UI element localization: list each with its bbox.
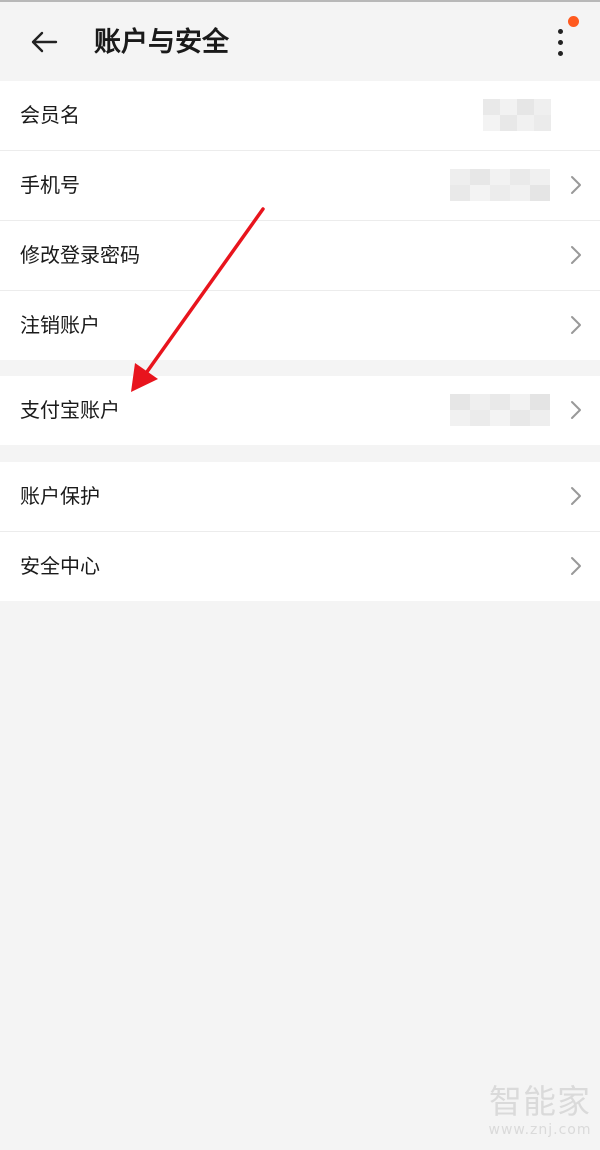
list-item-phone[interactable]: 手机号	[0, 150, 600, 220]
list-item-cancel-account[interactable]: 注销账户	[0, 290, 600, 360]
watermark-url: www.znj.com	[488, 1122, 592, 1138]
pixelated-value	[450, 169, 550, 201]
row-label: 支付宝账户	[20, 398, 120, 422]
notification-dot	[568, 16, 579, 27]
more-vertical-icon	[558, 29, 563, 62]
chevron-right-icon	[571, 557, 581, 575]
watermark: 智能家 www.znj.com	[488, 1083, 592, 1139]
security-group: 账户保护 安全中心	[0, 462, 600, 601]
list-item-account-protection[interactable]: 账户保护	[0, 462, 600, 531]
header-bar: 账户与安全	[0, 2, 600, 80]
more-button[interactable]	[542, 16, 582, 68]
page-title: 账户与安全	[94, 27, 229, 58]
row-label: 修改登录密码	[20, 243, 140, 267]
back-button[interactable]	[22, 22, 66, 62]
chevron-right-icon	[571, 176, 581, 194]
list-item-change-password[interactable]: 修改登录密码	[0, 220, 600, 290]
arrow-left-icon	[31, 31, 58, 53]
watermark-title: 智能家	[489, 1082, 591, 1121]
chevron-right-icon	[571, 487, 581, 505]
list-item-member-name[interactable]: 会员名	[0, 81, 600, 150]
list-item-security-center[interactable]: 安全中心	[0, 531, 600, 601]
row-label: 安全中心	[20, 554, 100, 578]
row-label: 注销账户	[20, 313, 100, 337]
alipay-group: 支付宝账户	[0, 376, 600, 445]
row-label: 会员名	[20, 103, 80, 127]
chevron-right-icon	[571, 246, 581, 264]
row-label: 手机号	[20, 173, 80, 197]
list-item-alipay-account[interactable]: 支付宝账户	[0, 376, 600, 445]
row-label: 账户保护	[20, 484, 100, 508]
chevron-right-icon	[571, 316, 581, 334]
chevron-right-icon	[571, 401, 581, 419]
account-info-group: 会员名 手机号 修改登录密码 注销账户	[0, 81, 600, 360]
pixelated-value	[450, 394, 550, 426]
pixelated-value	[483, 99, 551, 131]
